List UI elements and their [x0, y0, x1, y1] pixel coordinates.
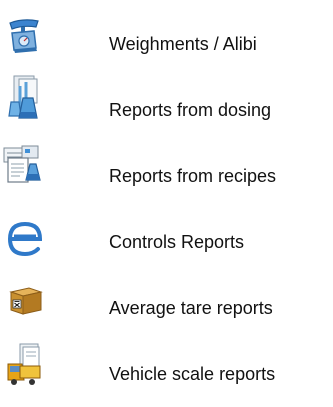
controls-e-icon — [0, 204, 60, 264]
menu-item-label: Controls Reports — [109, 232, 245, 252]
menu-item-average-tare-reports[interactable]: Average tare reports — [0, 270, 333, 330]
truck-document-icon — [0, 336, 60, 396]
menu-item-label: Reports from recipes — [109, 166, 277, 186]
menu-item-weighments[interactable]: Weighments / Alibi — [0, 6, 333, 66]
recipe-documents-icon — [0, 138, 60, 198]
reports-menu: Weighments / Alibi Reports from dosing R… — [0, 0, 333, 407]
menu-item-controls-reports[interactable]: Controls Reports — [0, 204, 333, 264]
menu-item-dosing-reports[interactable]: Reports from dosing — [0, 72, 333, 132]
menu-item-label: Average tare reports — [109, 298, 273, 318]
menu-item-label: Reports from dosing — [109, 100, 272, 120]
menu-item-label: Weighments / Alibi — [109, 34, 257, 54]
flasks-icon — [0, 72, 60, 132]
menu-item-label: Vehicle scale reports — [109, 364, 276, 384]
tare-box-icon — [0, 270, 60, 330]
menu-item-recipe-reports[interactable]: Reports from recipes — [0, 138, 333, 198]
menu-item-vehicle-scale-reports[interactable]: Vehicle scale reports — [0, 336, 333, 396]
scale-icon — [0, 6, 60, 66]
